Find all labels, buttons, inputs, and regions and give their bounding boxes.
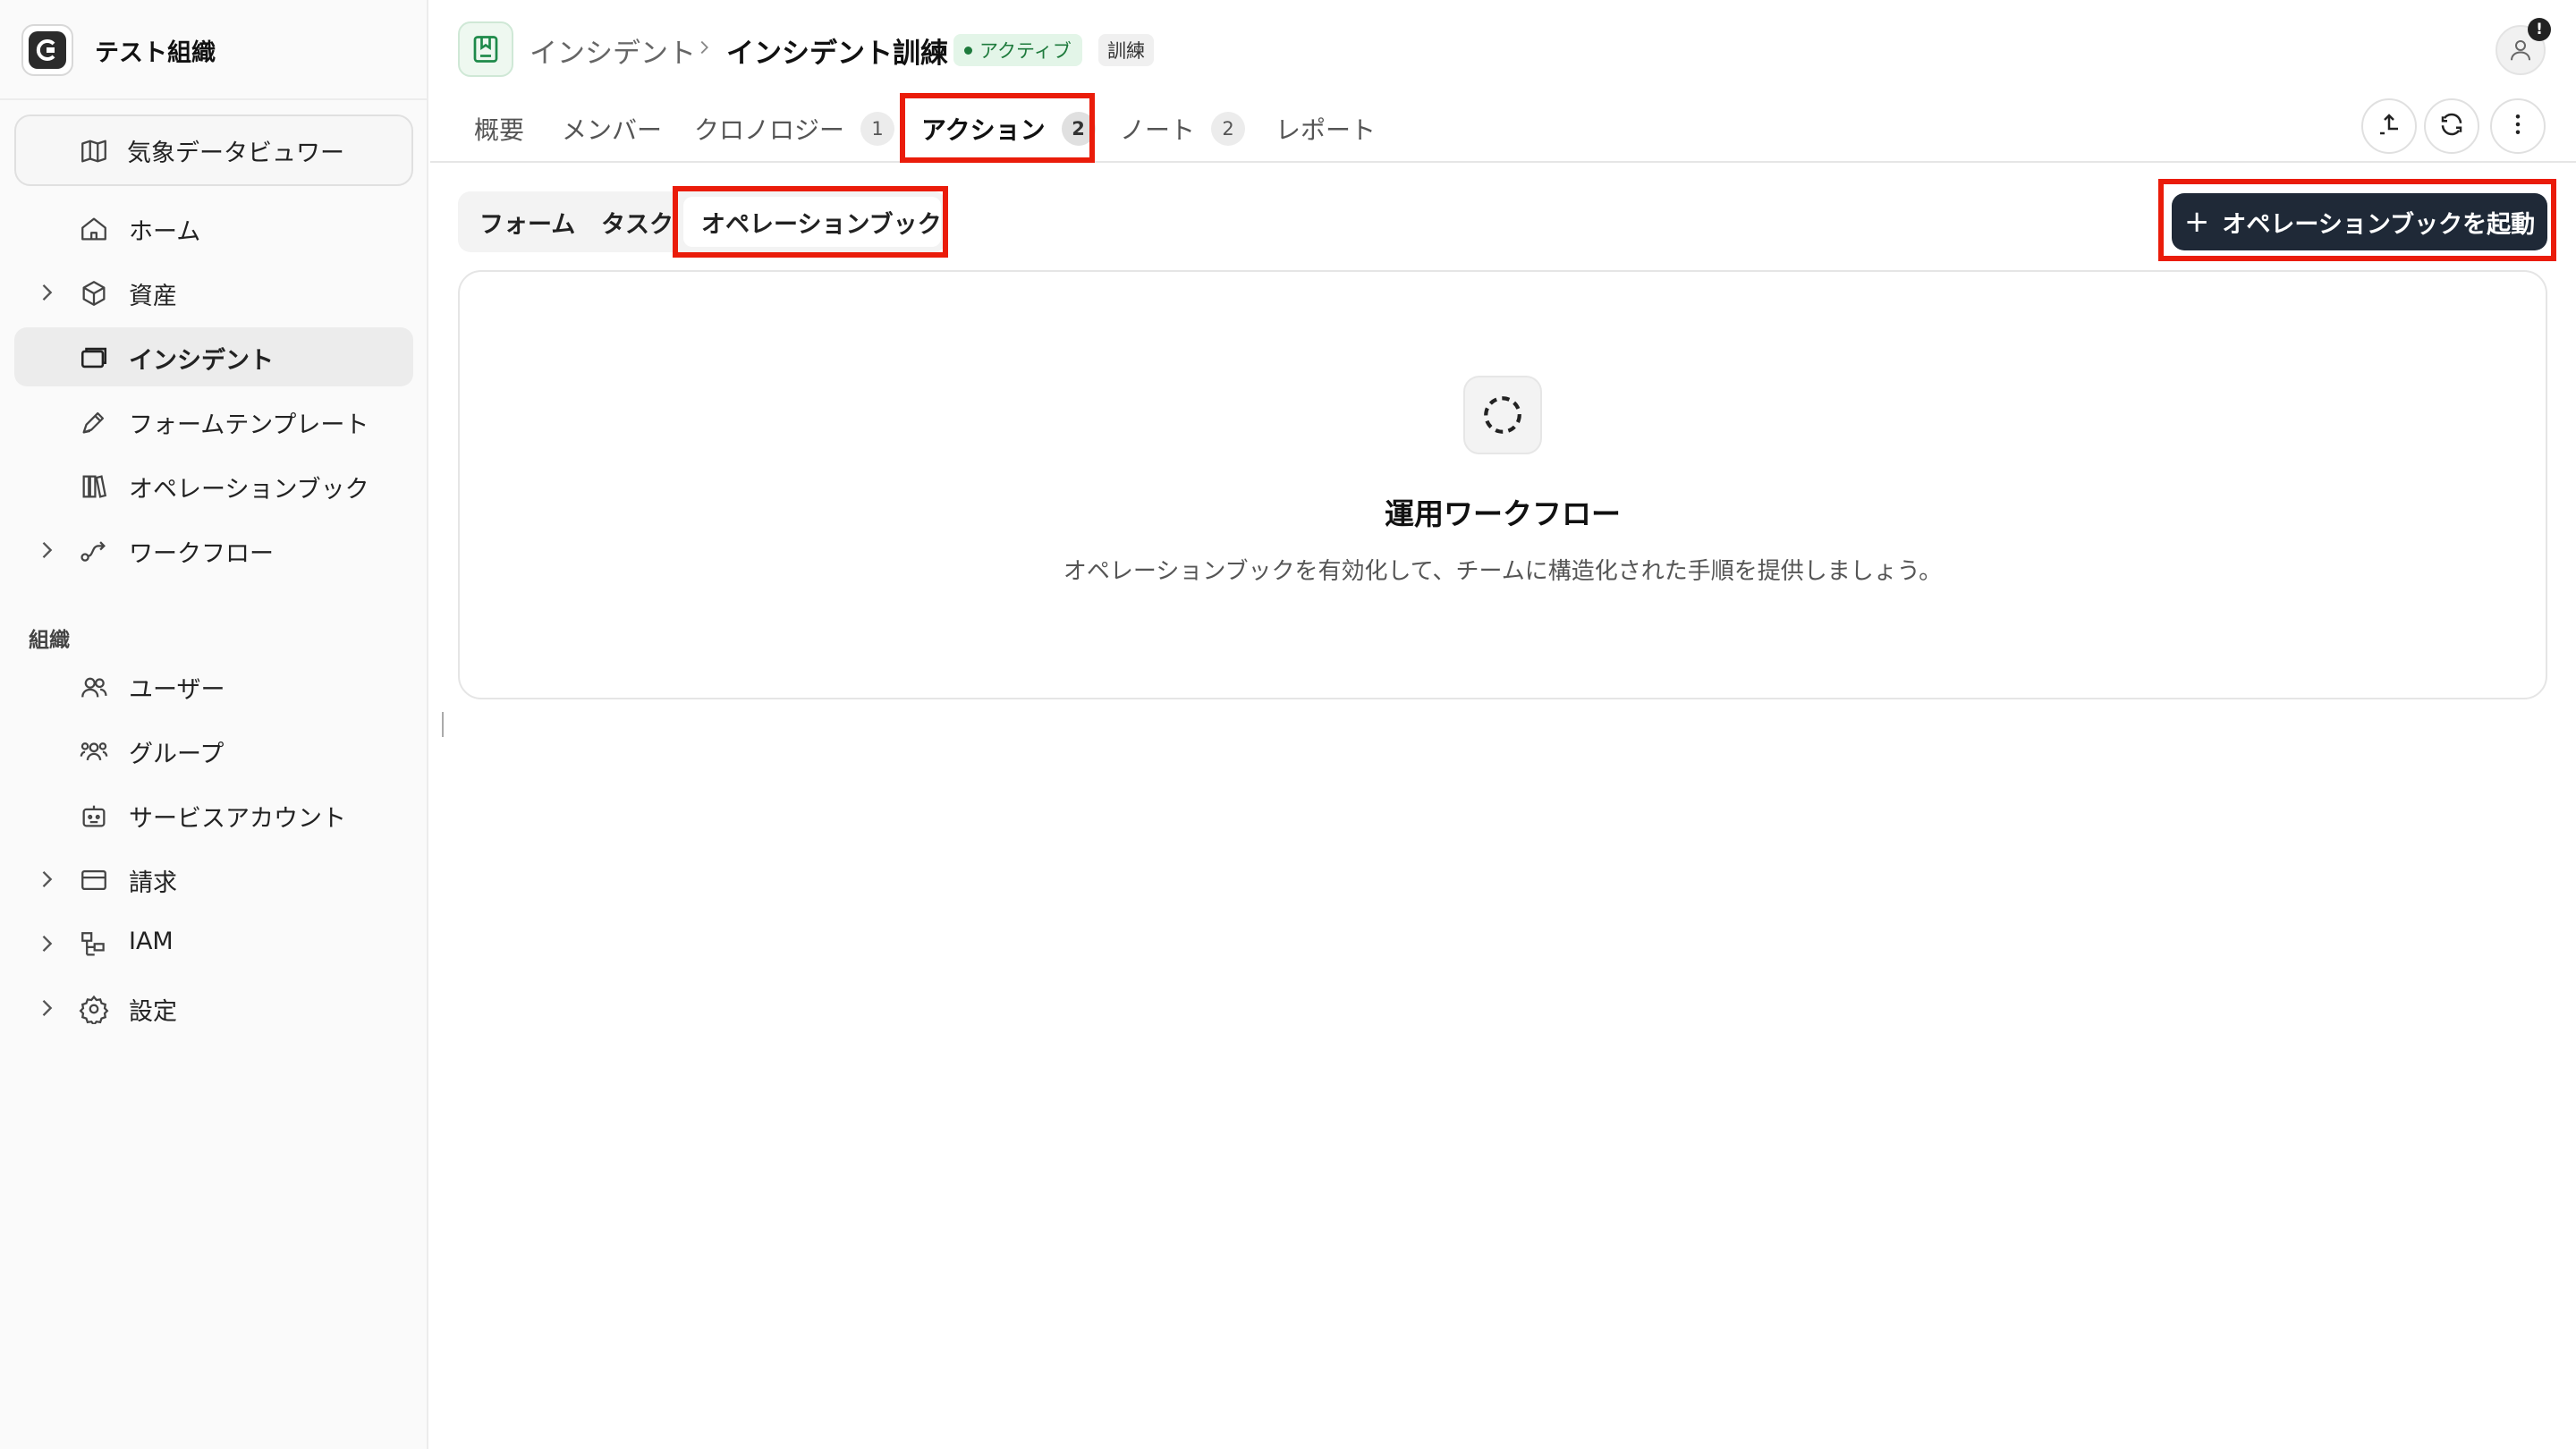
sidebar-item-incident[interactable]: インシデント	[14, 327, 413, 386]
gear-icon	[79, 994, 109, 1027]
sidebar-item-label: 請求	[129, 869, 177, 897]
breadcrumb-parent[interactable]: インシデント	[530, 30, 696, 71]
map-icon	[79, 136, 109, 173]
chevron-right-icon[interactable]	[34, 996, 59, 1021]
status-badge: アクティブ	[953, 34, 1082, 66]
pen-icon	[79, 407, 109, 437]
sidebar-item-form-templates[interactable]: フォームテンプレート	[14, 392, 413, 451]
weather-viewer-label: 気象データビュワー	[127, 139, 344, 167]
wallet-icon	[79, 865, 109, 895]
sidebar-item-label: 設定	[129, 998, 177, 1026]
sidebar-item-users[interactable]: ユーザー	[14, 657, 413, 716]
incident-icon	[79, 343, 109, 373]
books-icon	[79, 471, 109, 502]
bot-icon	[79, 801, 109, 831]
tab-overview[interactable]: 概要	[474, 109, 524, 148]
sidebar-item-label: IAM	[129, 928, 174, 955]
sidebar-item-label: 資産	[129, 283, 177, 310]
tab-label: クロノロジー	[694, 115, 845, 145]
empty-state-description: オペレーションブックを有効化して、チームに構造化された手順を提供しましょう。	[458, 553, 2547, 586]
tab-count-badge: 2	[1211, 112, 1246, 146]
sidebar-divider	[0, 98, 427, 100]
chevron-right-icon[interactable]	[34, 931, 59, 956]
sidebar-item-operation-books[interactable]: オペレーションブック	[14, 456, 413, 515]
subtab-tasks[interactable]: タスク	[601, 204, 674, 240]
tab-notes[interactable]: ノート 2	[1120, 109, 1246, 148]
weather-viewer-button[interactable]: 気象データビュワー	[14, 114, 413, 186]
refresh-button[interactable]	[2424, 98, 2479, 154]
tab-chronology[interactable]: クロノロジー 1	[694, 109, 895, 148]
subtab-label: タスク	[601, 210, 674, 239]
tabs-divider	[430, 161, 2576, 163]
tab-report[interactable]: レポート	[1275, 109, 1376, 148]
highlight-box-launch-button	[2158, 179, 2556, 261]
empty-state-title-text: 運用ワークフロー	[1385, 496, 1621, 531]
chevron-right-icon[interactable]	[34, 538, 59, 563]
empty-state-card	[458, 270, 2547, 699]
tab-label: レポート	[1275, 115, 1377, 145]
group-icon	[79, 736, 109, 767]
iam-icon	[79, 929, 109, 960]
alert-badge: !	[2528, 18, 2551, 41]
tab-label: 概要	[474, 115, 525, 145]
sidebar-item-settings[interactable]: 設定	[14, 979, 413, 1038]
subtab-label: フォーム	[479, 210, 576, 239]
breadcrumb-current: インシデント訓練	[726, 38, 948, 70]
sidebar-item-label: インシデント	[129, 347, 274, 375]
sidebar-item-label: ユーザー	[129, 676, 225, 704]
tab-members[interactable]: メンバー	[562, 109, 662, 148]
type-badge-label: 訓練	[1107, 40, 1145, 62]
org-switcher[interactable]: テスト組織	[21, 23, 216, 77]
tab-count-badge: 1	[860, 112, 895, 146]
incident-app-icon	[458, 21, 513, 77]
sidebar-item-workflow[interactable]: ワークフロー	[14, 521, 413, 580]
export-button[interactable]	[2361, 98, 2417, 154]
subtab-forms[interactable]: フォーム	[479, 204, 575, 240]
tab-label: ノート	[1120, 115, 1196, 145]
upload-arrow-icon	[2376, 111, 2402, 141]
org-name: テスト組織	[95, 38, 216, 67]
status-dot	[964, 46, 972, 55]
empty-state-description-text: オペレーションブックを有効化して、チームに構造化された手順を提供しましょう。	[1063, 558, 1943, 585]
type-badge: 訓練	[1098, 34, 1154, 66]
sidebar-item-iam[interactable]: IAM	[14, 914, 413, 973]
refresh-icon	[2438, 111, 2465, 141]
sidebar-item-label: サービスアカウント	[129, 805, 346, 833]
sidebar-item-label: オペレーションブック	[129, 476, 369, 504]
chevron-right-icon[interactable]	[34, 867, 59, 892]
section-title-org: 組織	[29, 629, 70, 652]
sidebar-item-groups[interactable]: グループ	[14, 721, 413, 780]
sidebar-item-billing[interactable]: 請求	[14, 850, 413, 909]
tab-label: メンバー	[562, 115, 663, 145]
sidebar: テスト組織 気象データビュワー ホーム 資産 インシデント フォームテンプレート…	[0, 0, 428, 1449]
home-icon	[79, 214, 109, 244]
sidebar-item-label: ワークフロー	[129, 540, 274, 568]
sidebar-item-assets[interactable]: 資産	[14, 263, 413, 322]
sidebar-item-label: ホーム	[129, 218, 201, 246]
sidebar-item-label: フォームテンプレート	[129, 411, 369, 439]
highlight-box-actions-tab	[900, 93, 1095, 163]
sidebar-item-home[interactable]: ホーム	[14, 199, 413, 258]
breadcrumb-separator-icon	[694, 34, 714, 66]
chevron-right-icon[interactable]	[34, 280, 59, 305]
more-options-button[interactable]	[2490, 98, 2546, 154]
org-logo	[21, 24, 73, 76]
empty-state-title: 運用ワークフロー	[458, 490, 2547, 533]
workflow-icon	[79, 536, 109, 566]
box-icon	[79, 278, 109, 309]
status-badge-label: アクティブ	[979, 40, 1072, 62]
more-vertical-icon	[2504, 111, 2531, 141]
sidebar-item-service-accounts[interactable]: サービスアカウント	[14, 785, 413, 844]
loading-circle-icon	[1463, 376, 1542, 454]
text-cursor	[442, 712, 444, 737]
highlight-box-operation-books-subtab	[673, 186, 948, 258]
sidebar-item-label: グループ	[129, 741, 225, 768]
alert-mark: !	[2536, 21, 2543, 38]
users-icon	[79, 672, 109, 702]
